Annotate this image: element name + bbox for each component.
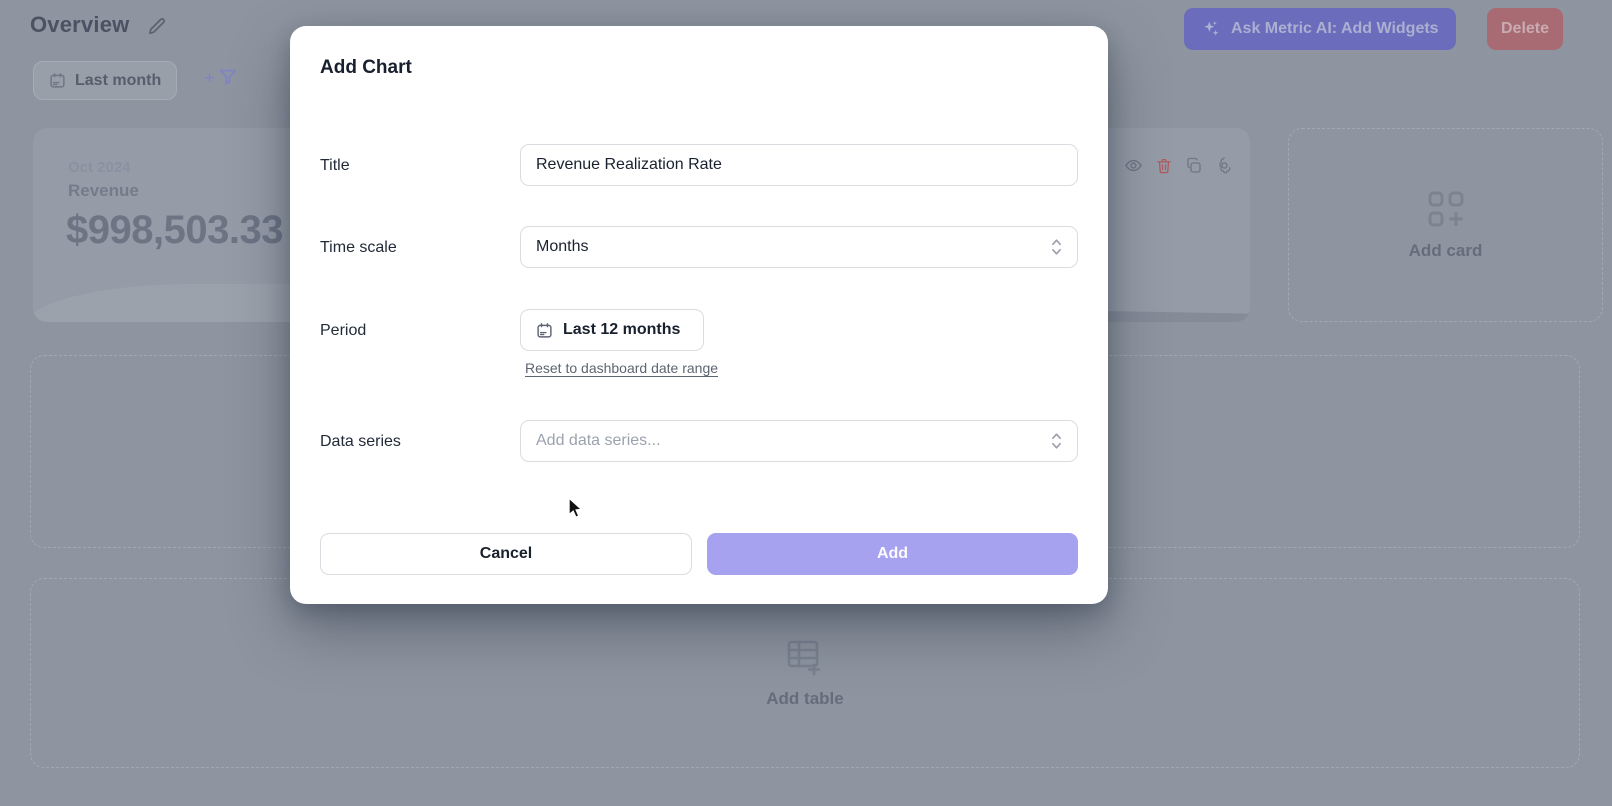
cancel-button[interactable]: Cancel (320, 533, 692, 575)
mouse-cursor-icon (566, 497, 586, 519)
time-scale-value: Months (536, 238, 589, 255)
add-card-icon (1426, 189, 1466, 229)
chart-title-input[interactable] (520, 144, 1078, 186)
add-chart-modal: Add Chart Title Time scale Months Period… (290, 26, 1108, 604)
delete-button[interactable]: Delete (1487, 8, 1564, 50)
ask-metric-ai-button[interactable]: Ask Metric AI: Add Widgets (1184, 8, 1456, 50)
data-series-placeholder: Add data series... (536, 432, 661, 449)
plus-glyph: + (204, 67, 216, 89)
chevron-updown-icon (1050, 237, 1063, 257)
data-series-select[interactable]: Add data series... (520, 420, 1078, 462)
add-table-tile[interactable]: Add table (30, 578, 1580, 768)
delete-label: Delete (1501, 20, 1550, 37)
gear-icon[interactable] (1215, 156, 1234, 175)
period-value: Last 12 months (563, 321, 681, 338)
trash-icon[interactable] (1155, 157, 1173, 175)
add-filter-button[interactable]: + (204, 66, 239, 88)
calendar-icon (49, 72, 66, 89)
eye-icon[interactable] (1124, 156, 1143, 175)
date-range-label: Last month (75, 71, 162, 89)
revenue-card-period: Oct 2024 (68, 159, 131, 176)
add-table-label: Add table (766, 689, 844, 708)
page-title: Overview (30, 12, 130, 37)
edit-title-pencil-icon[interactable] (147, 17, 166, 36)
revenue-card-title: Revenue (68, 181, 139, 200)
filter-funnel-icon (217, 66, 239, 88)
modal-title: Add Chart (320, 57, 412, 78)
calendar-icon (536, 322, 553, 339)
time-scale-label: Time scale (320, 239, 397, 256)
sparkles-icon (1201, 19, 1221, 39)
chevron-updown-icon (1050, 431, 1063, 451)
revenue-card-value: $998,503.33 (66, 208, 283, 252)
period-button[interactable]: Last 12 months (520, 309, 704, 351)
period-label: Period (320, 322, 367, 339)
add-button[interactable]: Add (707, 533, 1078, 575)
date-range-button[interactable]: Last month (33, 61, 178, 100)
copy-icon[interactable] (1185, 157, 1203, 175)
data-series-label: Data series (320, 433, 401, 450)
time-scale-select[interactable]: Months (520, 226, 1078, 268)
reset-date-range-link[interactable]: Reset to dashboard date range (525, 360, 718, 376)
add-card-label: Add card (1408, 241, 1483, 260)
add-table-icon (783, 637, 827, 677)
ask-metric-ai-label: Ask Metric AI: Add Widgets (1231, 20, 1439, 37)
add-card-tile[interactable]: Add card (1288, 128, 1603, 322)
title-field-label: Title (320, 157, 350, 174)
